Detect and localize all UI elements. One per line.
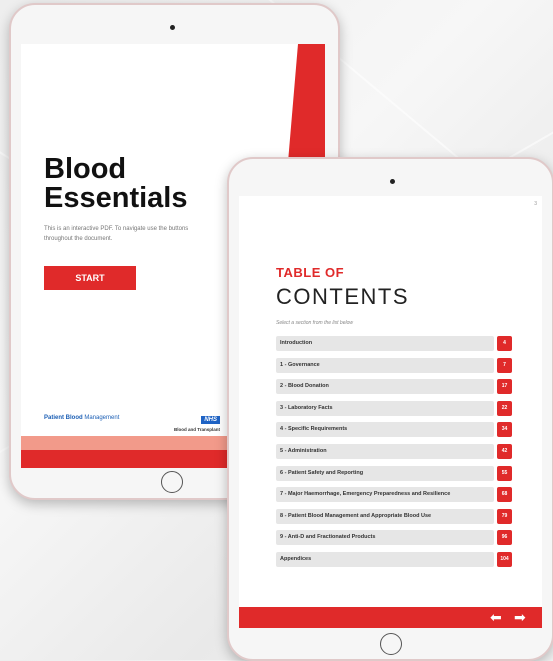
- next-arrow-icon[interactable]: ➡: [514, 610, 526, 624]
- toc-item-page: 17: [497, 379, 512, 395]
- toc-item-page: 34: [497, 422, 512, 438]
- toc-item-appendices[interactable]: Appendices 104: [276, 551, 512, 567]
- nav-bar: ⬅ ➡: [239, 607, 542, 628]
- start-button[interactable]: START: [44, 266, 136, 290]
- toc-item-administration[interactable]: 5 - Administration 42: [276, 443, 512, 459]
- nhs-logo: NHS Blood and Transplant: [165, 408, 220, 432]
- toc-item-laboratory-facts[interactable]: 3 - Laboratory Facts 22: [276, 400, 512, 416]
- toc-item-page: 7: [497, 357, 512, 373]
- toc-item-page: 96: [497, 530, 512, 546]
- pbm-logo-rest: Management: [82, 415, 120, 421]
- toc-item-label: 8 - Patient Blood Management and Appropr…: [276, 508, 494, 524]
- toc-item-label: 3 - Laboratory Facts: [276, 400, 494, 416]
- contents-screen: 3 TABLE OF CONTENTS Select a section fro…: [239, 196, 542, 628]
- cover-description: This is an interactive PDF. To navigate …: [44, 226, 189, 242]
- toc-item-label: Introduction: [276, 336, 494, 351]
- patient-blood-management-logo: Patient Blood Management: [44, 415, 119, 421]
- toc-item-blood-donation[interactable]: 2 - Blood Donation 17: [276, 379, 512, 395]
- nhs-logo-badge: NHS: [201, 416, 220, 424]
- toc-list: Introduction 4 1 - Governance 7 2 - Blood …: [276, 336, 512, 574]
- toc-item-page: 79: [497, 508, 512, 524]
- toc-item-page: 22: [497, 400, 512, 416]
- toc-item-label: 9 - Anti-D and Fractionated Products: [276, 530, 494, 546]
- toc-item-page: 68: [497, 487, 512, 503]
- toc-item-label: Appendices: [276, 551, 494, 567]
- cover-title-line2: Essentials: [44, 182, 188, 214]
- prev-arrow-icon[interactable]: ⬅: [490, 610, 502, 624]
- toc-heading-line1: TABLE OF: [276, 265, 345, 280]
- toc-item-anti-d[interactable]: 9 - Anti-D and Fractionated Products 96: [276, 530, 512, 546]
- toc-item-governance[interactable]: 1 - Governance 7: [276, 357, 512, 373]
- pbm-logo-bold: Patient Blood: [44, 415, 83, 421]
- toc-item-specific-requirements[interactable]: 4 - Specific Requirements 34: [276, 422, 512, 438]
- page-number: 3: [534, 201, 537, 207]
- toc-item-page: 42: [497, 443, 512, 459]
- toc-item-label: 6 - Patient Safety and Reporting: [276, 465, 494, 481]
- camera-dot: [390, 179, 395, 184]
- toc-item-label: 5 - Administration: [276, 443, 494, 459]
- camera-dot: [170, 25, 175, 30]
- toc-item-label: 7 - Major Haemorrhage, Emergency Prepare…: [276, 487, 494, 503]
- home-button[interactable]: [380, 633, 402, 655]
- toc-item-label: 2 - Blood Donation: [276, 379, 494, 395]
- cover-title: Blood Essentials: [44, 155, 187, 213]
- toc-item-label: 1 - Governance: [276, 357, 494, 373]
- cover-title-line1: Blood: [44, 153, 127, 185]
- toc-item-introduction[interactable]: Introduction 4: [276, 336, 512, 351]
- toc-item-page: 4: [497, 336, 512, 351]
- home-button[interactable]: [161, 471, 183, 493]
- toc-item-patient-blood-management[interactable]: 8 - Patient Blood Management and Appropr…: [276, 508, 512, 524]
- toc-item-major-haemorrhage[interactable]: 7 - Major Haemorrhage, Emergency Prepare…: [276, 487, 512, 503]
- toc-item-label: 4 - Specific Requirements: [276, 422, 494, 438]
- toc-item-page: 104: [497, 551, 512, 567]
- tablet-contents: 3 TABLE OF CONTENTS Select a section fro…: [227, 157, 553, 661]
- nhs-logo-subtitle: Blood and Transplant: [173, 427, 220, 432]
- toc-instruction: Select a section from the list below: [276, 320, 353, 326]
- toc-item-patient-safety[interactable]: 6 - Patient Safety and Reporting 55: [276, 465, 512, 481]
- toc-item-page: 55: [497, 465, 512, 481]
- toc-heading-line2: CONTENTS: [276, 284, 409, 309]
